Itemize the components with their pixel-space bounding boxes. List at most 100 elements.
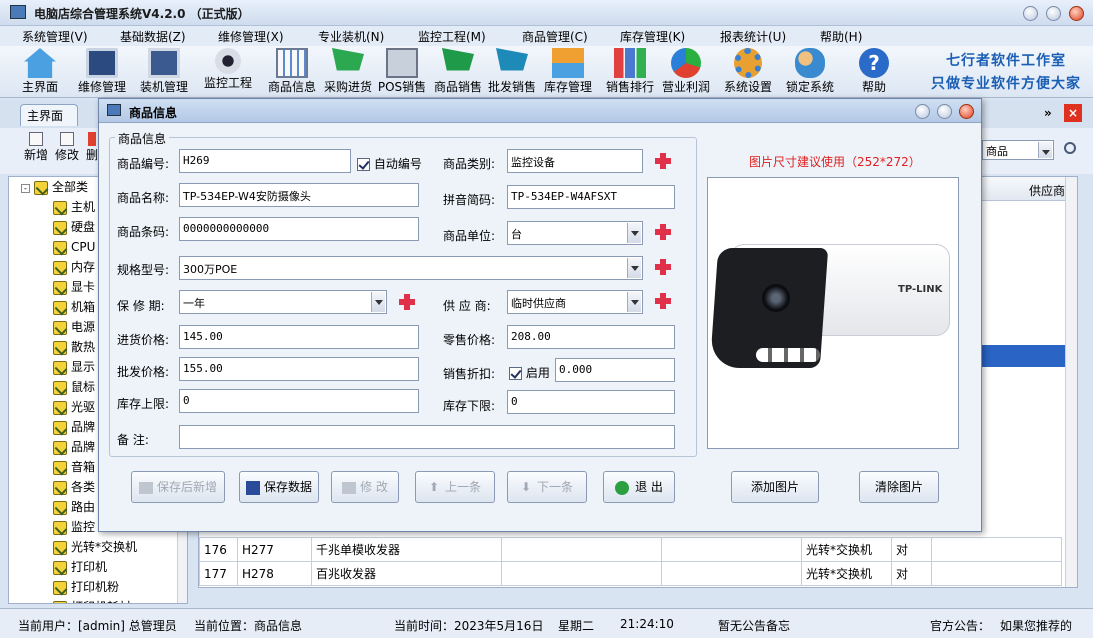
- save-button[interactable]: 保存数据: [239, 471, 319, 503]
- toolbar-pos-button[interactable]: POS销售: [374, 46, 430, 98]
- chevron-down-icon[interactable]: [627, 223, 641, 243]
- note-field[interactable]: [179, 425, 675, 449]
- toolbar-wholesale-button[interactable]: 批发销售: [484, 46, 540, 98]
- previous-button[interactable]: ⬆ 上一条: [415, 471, 495, 503]
- help-icon: ?: [859, 48, 889, 78]
- chevron-down-icon[interactable]: [371, 292, 385, 312]
- delete-button[interactable]: 删: [86, 132, 98, 163]
- tab-home[interactable]: 主界面: [20, 104, 78, 126]
- tree-item[interactable]: 打印机耗材: [9, 597, 187, 603]
- chevron-down-icon[interactable]: [627, 258, 641, 278]
- maximize-button[interactable]: [1046, 6, 1061, 21]
- toolbar-repair-button[interactable]: 维修管理: [74, 46, 130, 98]
- code-field[interactable]: H269: [179, 149, 351, 173]
- cost-field[interactable]: 145.00: [179, 325, 419, 349]
- wholesale-field[interactable]: 155.00: [179, 357, 419, 381]
- cash-register-icon: [386, 48, 418, 78]
- dialog-close-button[interactable]: [959, 104, 974, 119]
- toolbar-assembly-button[interactable]: 装机管理: [136, 46, 192, 98]
- edit-button[interactable]: 修改: [55, 132, 79, 163]
- add-spec-icon[interactable]: [655, 259, 671, 275]
- menu-goods[interactable]: 商品管理(C): [522, 28, 588, 45]
- edit-record-button[interactable]: 修 改: [331, 471, 399, 503]
- name-field[interactable]: TP-534EP-W4安防摄像头: [179, 183, 419, 207]
- tree-item[interactable]: 打印机: [9, 557, 187, 577]
- category-field[interactable]: 监控设备: [507, 149, 643, 173]
- chevron-down-icon[interactable]: [627, 292, 641, 312]
- toolbar-monitor-button[interactable]: 监控工程: [200, 46, 256, 98]
- toolbar-settings-button[interactable]: 系统设置: [720, 46, 776, 98]
- add-warranty-icon[interactable]: [399, 294, 415, 310]
- retail-field[interactable]: 208.00: [507, 325, 675, 349]
- grid-vscrollbar[interactable]: [1065, 177, 1077, 587]
- table-row[interactable]: 176 H277 千兆单模收发器 光转*交换机对: [199, 537, 1062, 562]
- menu-stock[interactable]: 库存管理(K): [620, 28, 685, 45]
- menu-help[interactable]: 帮助(H): [820, 28, 862, 45]
- calculator-icon: [276, 48, 308, 78]
- camera-lens: [762, 284, 790, 312]
- toolbar-sales-button[interactable]: 商品销售: [430, 46, 486, 98]
- new-button[interactable]: 新增: [24, 132, 48, 163]
- auto-code-checkbox[interactable]: 自动编号: [357, 155, 422, 172]
- toolbar-stock-button[interactable]: 库存管理: [540, 46, 596, 98]
- supplier-select[interactable]: 临时供应商: [507, 290, 643, 314]
- discount-field[interactable]: 0.000: [555, 358, 675, 382]
- toolbar-lock-button[interactable]: 锁定系统: [782, 46, 838, 98]
- min-stock-field[interactable]: 0: [507, 390, 675, 414]
- next-button[interactable]: ⬇ 下一条: [507, 471, 587, 503]
- add-category-icon[interactable]: [655, 153, 671, 169]
- menu-repair[interactable]: 维修管理(X): [218, 28, 284, 45]
- add-unit-icon[interactable]: [655, 224, 671, 240]
- discount-label: 销售折扣:: [443, 367, 496, 381]
- close-button[interactable]: [1069, 6, 1084, 21]
- save-and-new-button[interactable]: 保存后新增: [131, 471, 225, 503]
- menu-report[interactable]: 报表统计(U): [720, 28, 786, 45]
- checkbox-icon[interactable]: [357, 158, 370, 171]
- add-supplier-icon[interactable]: [655, 293, 671, 309]
- menu-basedata[interactable]: 基础数据(Z): [120, 28, 186, 45]
- spec-select[interactable]: 300万POE: [179, 256, 643, 280]
- add-image-button[interactable]: 添加图片: [731, 471, 819, 503]
- auto-code-label: 自动编号: [373, 157, 422, 171]
- exit-button[interactable]: 退 出: [603, 471, 675, 503]
- collapse-icon[interactable]: -: [21, 184, 30, 193]
- search-icon[interactable]: [1064, 142, 1076, 154]
- warranty-select[interactable]: 一年: [179, 290, 387, 314]
- toolbar-ranking-button[interactable]: 销售排行: [602, 46, 658, 98]
- unit-select[interactable]: 台: [507, 221, 643, 245]
- checkbox-icon[interactable]: [509, 367, 522, 380]
- barcode-field[interactable]: 0000000000000: [179, 217, 419, 241]
- tree-item-label: 各类: [71, 480, 96, 494]
- dialog-minimize-button[interactable]: [915, 104, 930, 119]
- clear-image-button[interactable]: 清除图片: [859, 471, 939, 503]
- toolbar-help-button[interactable]: ? 帮助: [846, 46, 902, 98]
- menu-system[interactable]: 系统管理(V): [22, 28, 88, 45]
- menu-monitor[interactable]: 监控工程(M): [418, 28, 486, 45]
- toolbar-home-button[interactable]: 主界面: [12, 46, 68, 98]
- chevron-down-icon[interactable]: [1038, 142, 1052, 158]
- row-empty: [931, 561, 1062, 586]
- discount-enable-checkbox[interactable]: 启用: [509, 364, 550, 381]
- status-weekday: 星期二: [558, 619, 595, 633]
- minimize-button[interactable]: [1023, 6, 1038, 21]
- close-tab-icon[interactable]: ×: [1064, 104, 1082, 122]
- row-category: 光转*交换机: [801, 561, 892, 586]
- category-icon: [53, 320, 67, 335]
- toolbar-goodsinfo-button[interactable]: 商品信息: [264, 46, 320, 98]
- selected-row-highlight: [975, 345, 1065, 367]
- toolbar-purchase-button[interactable]: 采购进货: [320, 46, 376, 98]
- menu-assembly[interactable]: 专业装机(N): [318, 28, 384, 45]
- toolbar-profit-button[interactable]: 营业利润: [658, 46, 714, 98]
- search-field-select[interactable]: 商品: [982, 140, 1054, 160]
- category-icon: [53, 480, 67, 495]
- arrow-down-icon: ⬇: [520, 480, 532, 494]
- row-category: 光转*交换机: [801, 537, 892, 562]
- double-chevron-icon[interactable]: »: [1044, 106, 1052, 120]
- pinyin-field[interactable]: TP-534EP-W4AFSXT: [507, 185, 675, 209]
- tree-item[interactable]: 打印机粉: [9, 577, 187, 597]
- grid-hscrollbar[interactable]: [199, 587, 1065, 588]
- table-row[interactable]: 177 H278 百兆收发器 光转*交换机对: [199, 561, 1062, 586]
- dialog-maximize-button[interactable]: [937, 104, 952, 119]
- max-stock-field[interactable]: 0: [179, 389, 419, 413]
- tree-item[interactable]: 光转*交换机: [9, 537, 187, 557]
